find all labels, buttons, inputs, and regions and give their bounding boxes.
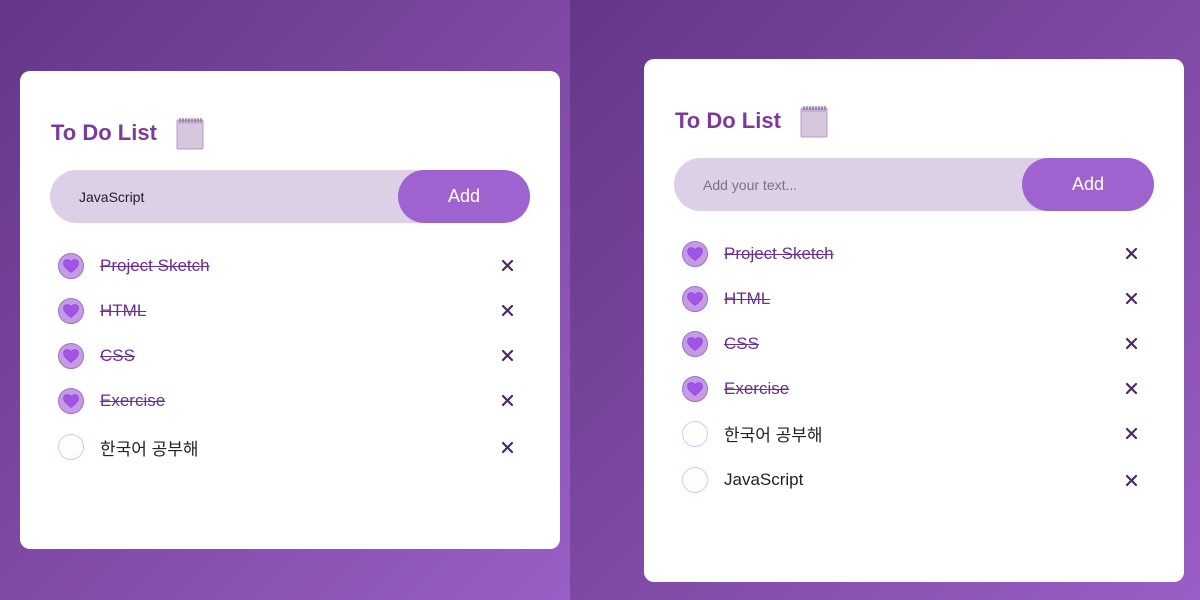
unchecked-toggle[interactable]: [682, 467, 708, 493]
todo-item: Exercise: [674, 366, 1154, 411]
heart-icon: [63, 393, 79, 408]
delete-button[interactable]: [1122, 380, 1140, 398]
todo-item: JavaScript: [674, 456, 1154, 504]
todo-item: Exercise: [50, 378, 530, 423]
task-input[interactable]: [50, 170, 419, 223]
add-button[interactable]: Add: [398, 170, 530, 223]
page-title: To Do List: [675, 108, 781, 133]
todo-item: HTML: [674, 276, 1154, 321]
todo-text: 한국어 공부해: [100, 439, 199, 459]
header: To Do List: [50, 111, 530, 155]
todo-text: HTML: [100, 300, 147, 320]
heart-icon: [687, 381, 703, 396]
todo-text: JavaScript: [724, 470, 804, 489]
delete-button[interactable]: [498, 257, 516, 275]
heart-icon: [687, 336, 703, 351]
checked-toggle[interactable]: [58, 387, 84, 414]
checked-toggle[interactable]: [682, 240, 708, 267]
todo-card: To Do List Add Project SketchHTMLCSSExer: [20, 71, 560, 549]
delete-button[interactable]: [1122, 425, 1140, 443]
heart-icon: [687, 291, 703, 306]
close-icon: [1125, 338, 1137, 349]
delete-button[interactable]: [498, 438, 516, 456]
heart-icon: [687, 246, 703, 261]
checked-toggle[interactable]: [682, 285, 708, 312]
heart-icon: [63, 258, 79, 273]
close-icon: [501, 260, 513, 271]
todo-text: Exercise: [100, 390, 166, 410]
right-screenshot: To Do List Add Project SketchHTMLCSSExer: [570, 0, 1200, 600]
checked-toggle[interactable]: [58, 342, 84, 369]
todo-text: Project Sketch: [100, 255, 210, 275]
delete-button[interactable]: [498, 347, 516, 365]
todo-item: Project Sketch: [674, 231, 1154, 276]
todo-text: Exercise: [724, 378, 790, 398]
todo-item: 한국어 공부해: [674, 411, 1154, 456]
close-icon: [1125, 383, 1137, 394]
todo-text: CSS: [724, 333, 759, 353]
delete-button[interactable]: [1122, 245, 1140, 263]
close-icon: [501, 395, 513, 406]
close-icon: [501, 305, 513, 316]
add-button[interactable]: Add: [1022, 158, 1154, 211]
delete-button[interactable]: [498, 302, 516, 320]
close-icon: [1125, 428, 1137, 439]
todo-item: CSS: [674, 321, 1154, 366]
todo-item: 한국어 공부해: [50, 423, 530, 471]
unchecked-toggle[interactable]: [58, 434, 84, 460]
add-task-bar: Add: [50, 170, 530, 223]
todo-list: Project Sketch HTML CSS Exercise 한국어 공부해 Java…: [674, 231, 1154, 504]
todo-text: Project Sketch: [724, 243, 834, 263]
heart-icon: [63, 348, 79, 363]
notepad-icon: [799, 104, 829, 138]
close-icon: [1125, 293, 1137, 304]
todo-text: HTML: [724, 288, 771, 308]
checked-toggle[interactable]: [58, 297, 84, 324]
notepad-icon: [175, 116, 205, 150]
checked-toggle[interactable]: [682, 330, 708, 357]
todo-item: HTML: [50, 288, 530, 333]
checked-toggle[interactable]: [682, 375, 708, 402]
todo-card: To Do List Add Project SketchHTMLCSSExer: [644, 59, 1184, 582]
delete-button[interactable]: [1122, 471, 1140, 489]
close-icon: [501, 441, 513, 453]
delete-button[interactable]: [1122, 335, 1140, 353]
header: To Do List: [674, 99, 1154, 143]
close-icon: [1125, 248, 1137, 259]
add-task-bar: Add: [674, 158, 1154, 211]
task-input[interactable]: [674, 158, 1043, 211]
heart-icon: [63, 303, 79, 318]
delete-button[interactable]: [1122, 290, 1140, 308]
close-icon: [501, 350, 513, 361]
unchecked-toggle[interactable]: [682, 420, 708, 447]
todo-list: Project Sketch HTML CSS Exercise 한국어 공부해: [50, 243, 530, 471]
todo-text: CSS: [100, 345, 135, 365]
todo-item: CSS: [50, 333, 530, 378]
delete-button[interactable]: [498, 392, 516, 410]
page-title: To Do List: [51, 120, 157, 145]
checked-toggle[interactable]: [58, 252, 84, 279]
left-screenshot: To Do List Add Project SketchHTMLCSSExer: [0, 0, 570, 600]
todo-text: 한국어 공부해: [724, 426, 823, 445]
todo-item: Project Sketch: [50, 243, 530, 288]
close-icon: [1125, 474, 1137, 486]
